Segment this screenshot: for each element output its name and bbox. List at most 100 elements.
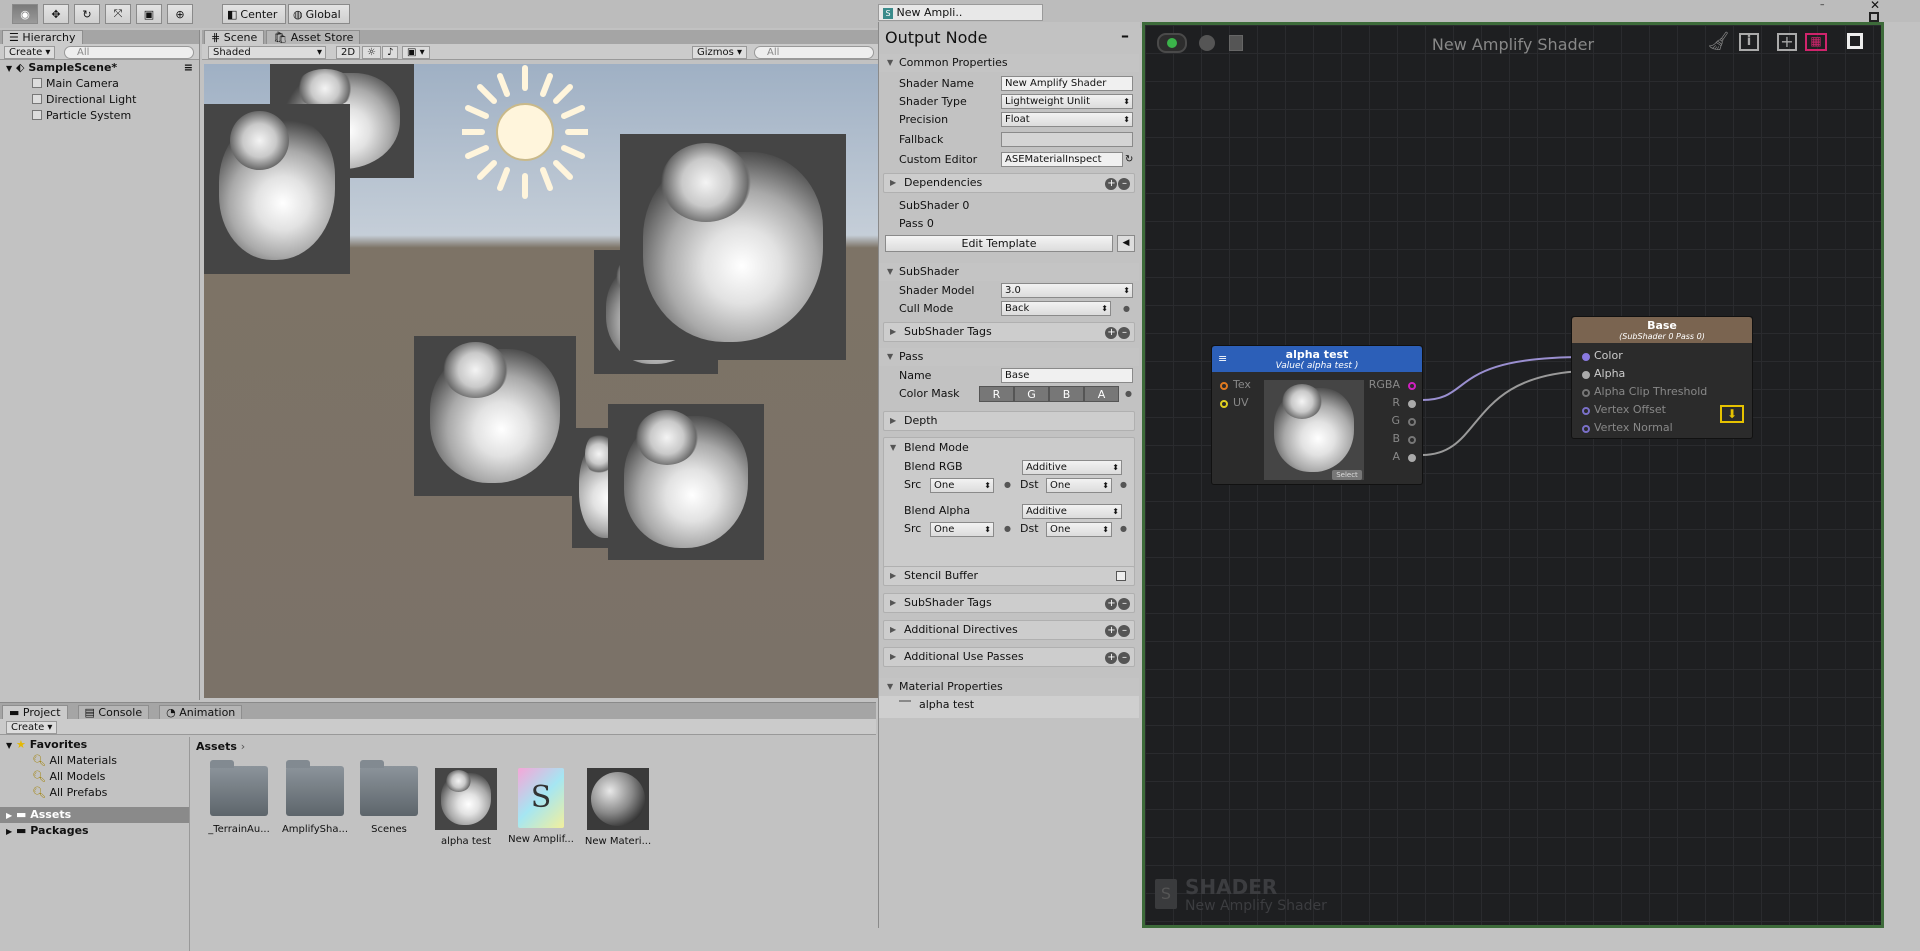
port-rgba[interactable] bbox=[1408, 382, 1416, 390]
asset-item[interactable]: _TerrainAu... bbox=[204, 760, 274, 835]
port-color[interactable] bbox=[1582, 353, 1590, 361]
arrow-left-icon[interactable]: ◀ bbox=[1117, 235, 1135, 252]
material-property-row[interactable]: alpha test bbox=[879, 696, 1139, 718]
port-g[interactable] bbox=[1408, 418, 1416, 426]
packages-tree-item[interactable]: ▶ ▬ Packages bbox=[0, 823, 189, 839]
shader-type-dropdown[interactable]: Lightweight Unlit bbox=[1001, 94, 1133, 109]
favorite-item[interactable]: 🔍︎ All Models bbox=[0, 769, 189, 785]
effects-dropdown-icon[interactable]: ▣ ▾ bbox=[402, 46, 430, 59]
remove-icon[interactable]: – bbox=[1118, 178, 1130, 190]
rotate-tool-button[interactable]: ↻ bbox=[74, 4, 100, 24]
hierarchy-item[interactable]: Directional Light bbox=[0, 92, 199, 108]
tab-console[interactable]: ▤ Console bbox=[77, 705, 150, 719]
remove-icon[interactable]: – bbox=[1118, 327, 1130, 339]
port-vertex-offset[interactable] bbox=[1582, 407, 1590, 415]
port-r[interactable] bbox=[1408, 400, 1416, 408]
project-create-button[interactable]: Create ▾ bbox=[6, 721, 58, 734]
window-close-icon[interactable]: ✕ bbox=[1870, 0, 1880, 12]
shader-name-input[interactable]: New Amplify Shader bbox=[1001, 76, 1133, 91]
base-output-node[interactable]: Base (SubShader 0 Pass 0) Color Alpha Al… bbox=[1571, 316, 1753, 439]
src-alpha-dropdown[interactable]: One bbox=[930, 522, 994, 537]
dst-rgb-dropdown[interactable]: One bbox=[1046, 478, 1112, 493]
lighting-toggle-icon[interactable]: ☼ bbox=[362, 46, 381, 59]
subshader-tags-section[interactable]: SubShader Tags+– bbox=[883, 322, 1135, 342]
2d-toggle[interactable]: 2D bbox=[336, 46, 361, 59]
remove-icon[interactable]: – bbox=[1118, 598, 1130, 610]
ase-window-tab[interactable]: S New Ampli.. bbox=[878, 4, 1043, 21]
add-icon[interactable]: + bbox=[1105, 652, 1117, 664]
hierarchy-item[interactable]: Main Camera bbox=[0, 76, 199, 92]
breadcrumb[interactable]: Assets › bbox=[192, 739, 245, 755]
port-tex[interactable] bbox=[1220, 382, 1228, 390]
texture-sample-node[interactable]: ≡ alpha test Value( alpha test ) Tex UV … bbox=[1211, 345, 1423, 485]
dependencies-section[interactable]: Dependencies+– bbox=[883, 173, 1135, 193]
rect-tool-button[interactable]: ▣ bbox=[136, 4, 162, 24]
tab-asset-store[interactable]: 🛍 Asset Store bbox=[266, 30, 361, 44]
port-alpha-clip[interactable] bbox=[1582, 389, 1590, 397]
subshader-header[interactable]: SubShader bbox=[879, 263, 1139, 281]
precision-dropdown[interactable]: Float bbox=[1001, 112, 1133, 127]
scene-search-input[interactable]: All bbox=[754, 46, 874, 59]
move-tool-button[interactable]: ✥ bbox=[43, 4, 69, 24]
reset-icon[interactable]: ↻ bbox=[1125, 151, 1133, 169]
color-mask-b[interactable]: B bbox=[1049, 386, 1084, 402]
asset-item[interactable]: S New Amplif... bbox=[506, 768, 576, 845]
fallback-input[interactable] bbox=[1001, 132, 1133, 147]
view-tool-button[interactable]: ◉ bbox=[12, 4, 38, 24]
subshader-tags-section-2[interactable]: SubShader Tags+– bbox=[883, 593, 1135, 613]
shader-model-dropdown[interactable]: 3.0 bbox=[1001, 283, 1133, 298]
asset-item[interactable]: AmplifySha... bbox=[280, 760, 350, 835]
window-dash-icon[interactable]: – bbox=[1820, 0, 1832, 12]
material-properties-header[interactable]: Material Properties bbox=[879, 678, 1139, 696]
favorites-item[interactable]: ▼ ★ Favorites bbox=[0, 737, 189, 753]
port-b[interactable] bbox=[1408, 436, 1416, 444]
port-uv[interactable] bbox=[1220, 400, 1228, 408]
color-mask-g[interactable]: G bbox=[1014, 386, 1049, 402]
stencil-buffer-section[interactable]: Stencil Buffer bbox=[883, 566, 1135, 586]
custom-editor-input[interactable]: ASEMaterialInspect bbox=[1001, 152, 1123, 167]
blend-rgb-dropdown[interactable]: Additive bbox=[1022, 460, 1122, 475]
shading-dropdown[interactable]: Shaded ▾ bbox=[208, 46, 326, 59]
remove-icon[interactable]: – bbox=[1118, 625, 1130, 637]
pivot-center-button[interactable]: ◧ Center bbox=[222, 4, 286, 24]
cull-mode-dropdown[interactable]: Back bbox=[1001, 301, 1111, 316]
edit-template-button[interactable]: Edit Template bbox=[885, 235, 1113, 252]
add-icon[interactable]: + bbox=[1105, 598, 1117, 610]
hierarchy-search-input[interactable]: All bbox=[64, 46, 194, 59]
add-icon[interactable]: + bbox=[1105, 178, 1117, 190]
additional-directives-section[interactable]: Additional Directives+– bbox=[883, 620, 1135, 640]
remove-icon[interactable]: – bbox=[1118, 652, 1130, 664]
asset-item[interactable]: Scenes bbox=[354, 760, 424, 835]
drag-handle-icon[interactable] bbox=[899, 700, 911, 702]
add-icon[interactable]: + bbox=[1105, 327, 1117, 339]
color-mask-a[interactable]: A bbox=[1084, 386, 1119, 402]
tab-animation[interactable]: ◔ Animation bbox=[159, 705, 243, 719]
port-vertex-normal[interactable] bbox=[1582, 425, 1590, 433]
pass-header[interactable]: Pass bbox=[879, 348, 1139, 366]
dst-alpha-dropdown[interactable]: One bbox=[1046, 522, 1112, 537]
scene-root[interactable]: ▼ ⬖ SampleScene* ≡ bbox=[0, 60, 199, 76]
pass-name-input[interactable]: Base bbox=[1001, 368, 1133, 383]
blend-alpha-dropdown[interactable]: Additive bbox=[1022, 504, 1122, 519]
add-icon[interactable]: + bbox=[1105, 625, 1117, 637]
node-canvas[interactable]: New Amplify Shader 🧹︎ i + ▦ ≡ alpha test… bbox=[1142, 22, 1884, 928]
menu-icon[interactable]: ≡ bbox=[1218, 352, 1227, 365]
audio-toggle-icon[interactable]: ♪ bbox=[382, 46, 399, 59]
favorite-item[interactable]: 🔍︎ All Prefabs bbox=[0, 785, 189, 801]
scale-tool-button[interactable]: ⤧ bbox=[105, 4, 131, 24]
expand-arrow-icon[interactable]: ▼ bbox=[890, 439, 896, 457]
hierarchy-item[interactable]: Particle System bbox=[0, 108, 199, 124]
transform-tool-button[interactable]: ⊕ bbox=[167, 4, 193, 24]
asset-item[interactable]: New Materi... bbox=[583, 768, 653, 847]
pivot-global-button[interactable]: ◍ Global bbox=[288, 4, 350, 24]
favorite-item[interactable]: 🔍︎ All Materials bbox=[0, 753, 189, 769]
select-texture-button[interactable]: Select bbox=[1332, 470, 1362, 480]
port-a[interactable] bbox=[1408, 454, 1416, 462]
hierarchy-create-button[interactable]: Create ▾ bbox=[4, 46, 56, 59]
src-rgb-dropdown[interactable]: One bbox=[930, 478, 994, 493]
port-alpha[interactable] bbox=[1582, 371, 1590, 379]
gizmos-dropdown[interactable]: Gizmos ▾ bbox=[692, 46, 748, 59]
scene-viewport[interactable] bbox=[204, 64, 878, 698]
depth-section[interactable]: Depth bbox=[883, 411, 1135, 431]
asset-item[interactable]: alpha test bbox=[431, 768, 501, 847]
